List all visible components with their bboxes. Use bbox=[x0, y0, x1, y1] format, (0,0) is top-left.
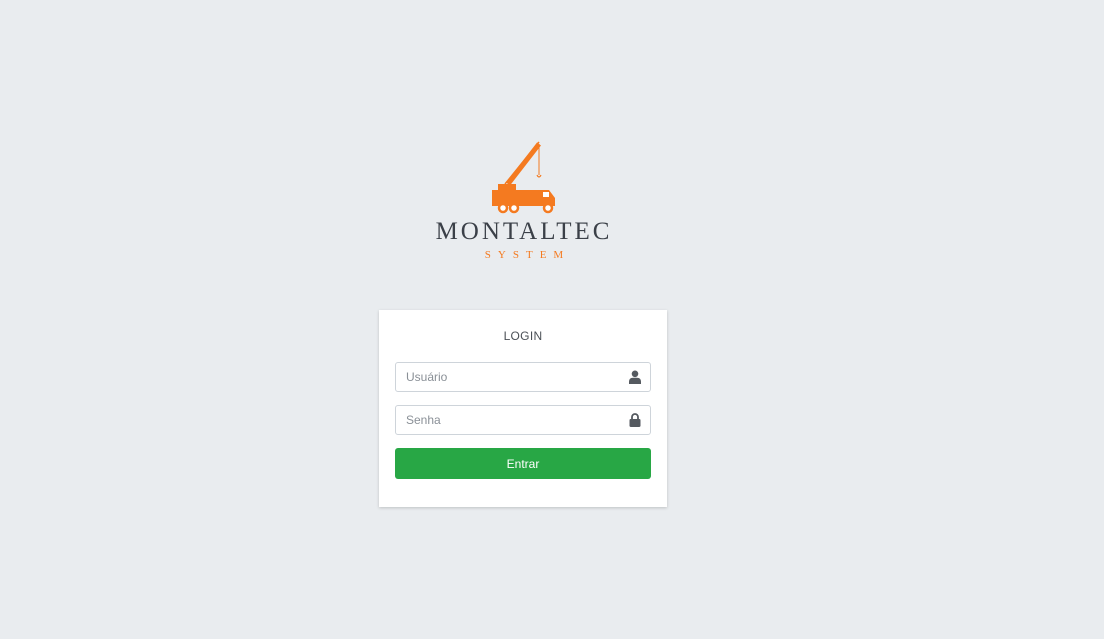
username-field bbox=[395, 362, 651, 392]
password-field bbox=[395, 405, 651, 435]
user-icon bbox=[629, 370, 641, 384]
brand-logo: MONTALTEC SYSTEM bbox=[380, 140, 668, 262]
brand-subtitle: SYSTEM bbox=[484, 249, 571, 261]
lock-icon bbox=[629, 413, 641, 427]
login-button[interactable]: Entrar bbox=[395, 448, 651, 479]
username-input[interactable] bbox=[395, 362, 651, 392]
crane-truck-icon bbox=[492, 141, 555, 214]
login-card: LOGIN Entrar bbox=[379, 310, 667, 507]
brand-name: MONTALTEC bbox=[435, 218, 613, 245]
login-title: LOGIN bbox=[503, 329, 543, 343]
password-input[interactable] bbox=[395, 405, 651, 435]
